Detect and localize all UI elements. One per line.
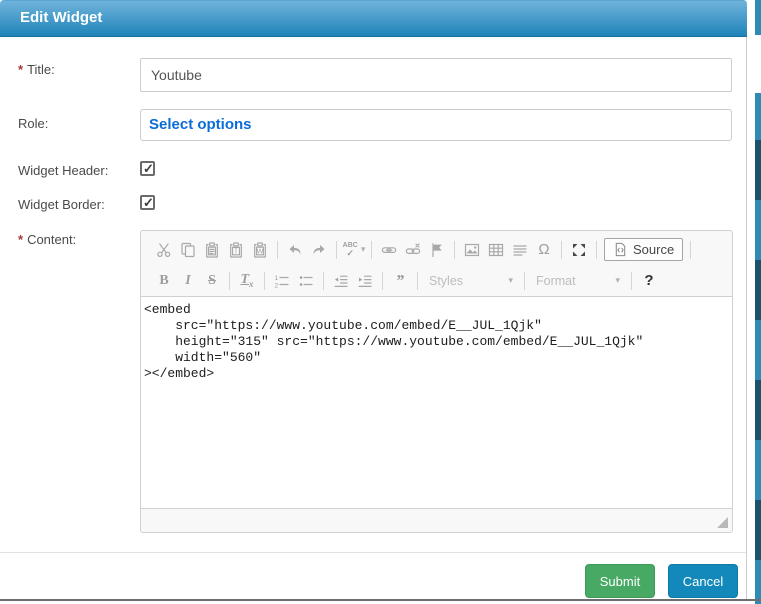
format-dropdown[interactable]: Format▾ [530,274,626,288]
background-page-strip [755,0,761,604]
strike-icon[interactable]: S [200,269,224,293]
toolbar-separator [229,272,230,290]
table-icon[interactable] [484,238,508,262]
indent-icon[interactable] [353,269,377,293]
blockquote-icon[interactable]: ’’ [388,269,412,293]
bulleted-list-icon[interactable] [294,269,318,293]
paste-word-icon[interactable]: W [248,238,272,262]
dialog-title: Edit Widget [20,9,102,26]
title-input[interactable] [140,58,732,92]
submit-button[interactable]: Submit [585,564,655,598]
content-label: *Content: [18,232,76,247]
svg-text:2: 2 [275,282,279,289]
role-label: Role: [18,116,48,131]
svg-text:W: W [257,248,264,255]
widget-header-label: Widget Header: [18,163,108,178]
anchor-icon[interactable] [425,238,449,262]
toolbar-separator [336,241,337,259]
chevron-down-icon: ▾ [508,275,513,286]
role-select-box: Select options [140,109,732,141]
source-button[interactable]: Source [604,238,683,261]
widget-border-checkbox[interactable] [140,195,155,210]
maximize-icon[interactable] [567,238,591,262]
toolbar-separator [277,241,278,259]
unlink-icon[interactable] [401,238,425,262]
content-richtext-editor: TWABC✓▾ΩSource BISTx12’’Styles▾Format▾? … [140,230,733,533]
toolbar-separator [561,241,562,259]
toolbar-separator [382,272,383,290]
required-asterisk: * [18,62,23,77]
toolbar-separator [454,241,455,259]
window-bottom-edge [0,599,761,601]
redo-icon[interactable] [307,238,331,262]
spellcheck-icon[interactable]: ABC✓▾ [342,238,366,262]
cut-icon[interactable] [152,238,176,262]
editor-toolbar-row-2: BIS Tx 12 ’’ Styles▾ Format▾? [141,265,732,296]
title-label: *Title: [18,62,55,77]
select-options-link[interactable]: Select options [149,116,252,133]
editor-resize-handle[interactable] [717,517,728,528]
source-code-textarea[interactable]: <embed src="https://www.youtube.com/embe… [141,296,732,509]
editor-toolbar-row-1: T W ABC✓▾ Ω Source [141,231,732,265]
copy-icon[interactable] [176,238,200,262]
styles-dropdown[interactable]: Styles▾ [423,274,519,288]
svg-text:1: 1 [275,275,279,282]
bold-icon[interactable]: B [152,269,176,293]
toolbar-separator [596,241,597,259]
about-icon[interactable]: ? [637,269,661,293]
toolbar-separator [264,272,265,290]
numbered-list-icon[interactable]: 12 [270,269,294,293]
dialog-right-border [746,37,747,599]
paste-icon[interactable] [200,238,224,262]
undo-icon[interactable] [283,238,307,262]
chevron-down-icon: ▾ [615,275,620,286]
dialog-header: Edit Widget [0,0,747,37]
paste-text-icon[interactable]: T [224,238,248,262]
widget-border-label: Widget Border: [18,197,105,212]
footer-divider [0,552,747,553]
toolbar-separator [323,272,324,290]
italic-icon[interactable]: I [176,269,200,293]
source-button-label: Source [633,242,674,257]
image-icon[interactable] [460,238,484,262]
remove-format-icon[interactable]: Tx [235,269,259,293]
horizontal-rule-icon[interactable] [508,238,532,262]
toolbar-separator [690,241,691,259]
toolbar-separator [371,241,372,259]
toolbar-separator [524,272,525,290]
svg-text:T: T [234,246,239,255]
required-asterisk: * [18,232,23,247]
widget-header-checkbox[interactable] [140,161,155,176]
special-char-icon[interactable]: Ω [532,238,556,262]
link-icon[interactable] [377,238,401,262]
cancel-button[interactable]: Cancel [668,564,738,598]
editor-bottom-bar [141,509,732,532]
outdent-icon[interactable] [329,269,353,293]
toolbar-separator [417,272,418,290]
toolbar-separator [631,272,632,290]
